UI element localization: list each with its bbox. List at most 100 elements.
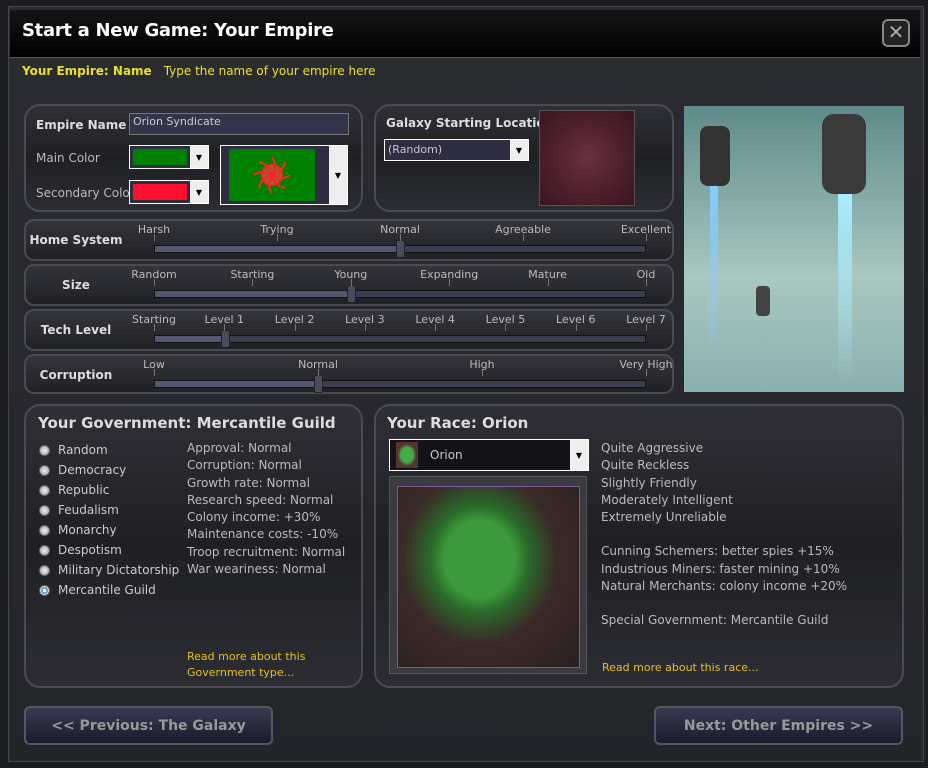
slider-stop-label: Very High xyxy=(619,358,673,371)
government-option[interactable]: Feudalism xyxy=(39,500,179,520)
race-ability: Natural Merchants: colony income +20% xyxy=(601,579,848,594)
slider-row-size: Size Random Starting Young Expanding Mature Ol… xyxy=(24,264,674,306)
slider-stop-label: Low xyxy=(143,358,165,371)
slider-stop-label: High xyxy=(469,358,495,371)
slider-track[interactable] xyxy=(154,375,646,393)
government-stat: Growth rate: Normal xyxy=(187,475,310,490)
government-read-more-link[interactable]: Read more about this Government type... xyxy=(187,649,357,681)
radio-icon[interactable] xyxy=(39,564,50,576)
government-option[interactable]: Monarchy xyxy=(39,520,179,540)
government-option-label: Democracy xyxy=(58,463,127,477)
empire-name-label: Empire Name xyxy=(36,118,127,132)
race-ability: Industrious Miners: faster mining +10% xyxy=(601,561,840,576)
government-option-label: Despotism xyxy=(58,543,122,557)
main-color-select[interactable]: ▼ xyxy=(129,145,209,169)
slider-thumb[interactable] xyxy=(221,330,230,348)
flag-select[interactable]: ▼ xyxy=(220,145,348,205)
galaxy-map-thumbnail[interactable] xyxy=(539,110,635,206)
radio-icon[interactable] xyxy=(39,584,50,596)
slider-stop-label: Excellent xyxy=(620,223,672,236)
slider-fill xyxy=(155,336,225,342)
race-portrait xyxy=(397,486,580,668)
main-color-label: Main Color xyxy=(36,151,100,165)
slider-stop-label: Level 3 xyxy=(345,313,385,326)
government-option-label: Military Dictatorship xyxy=(58,563,180,577)
slider-stop-label: Young xyxy=(334,268,368,281)
chevron-down-icon: ▼ xyxy=(329,146,347,204)
slider-label: Tech Level xyxy=(40,323,112,337)
race-ability: Cunning Schemers: better spies +15% xyxy=(601,544,834,559)
slider-stop-label: Starting xyxy=(132,313,176,326)
close-icon: ✕ xyxy=(887,20,905,44)
slider-stop-label: Agreeable xyxy=(495,223,551,236)
galaxy-location-label: Galaxy Starting Location xyxy=(386,116,554,130)
next-button[interactable]: Next: Other Empires >> xyxy=(654,706,903,745)
slider-row-tech-level: Tech Level Starting Level 1 Level 2 Level 3 L… xyxy=(24,309,674,351)
page-title: Start a New Game: Your Empire xyxy=(22,20,334,41)
slider-stop-label: Level 5 xyxy=(485,313,526,326)
chevron-down-icon: ▼ xyxy=(190,146,208,168)
slider-thumb[interactable] xyxy=(396,240,405,258)
government-option-label: Random xyxy=(58,443,108,457)
flag-emblem-icon xyxy=(229,149,315,201)
chevron-down-icon: ▼ xyxy=(510,140,528,160)
government-option[interactable]: Mercantile Guild xyxy=(39,580,179,600)
government-option[interactable]: Democracy xyxy=(39,460,179,480)
race-trait: Slightly Friendly xyxy=(601,475,697,490)
race-trait: Moderately Intelligent xyxy=(601,492,733,507)
race-trait: Extremely Unreliable xyxy=(601,510,727,525)
slider-fill xyxy=(155,291,351,297)
government-title: Your Government: Mercantile Guild xyxy=(38,414,336,432)
government-stat: Corruption: Normal xyxy=(187,458,302,473)
galaxy-location-select[interactable]: (Random) ▼ xyxy=(384,139,529,161)
slider-stop-label: Mature xyxy=(528,268,567,281)
race-select-value: Orion xyxy=(430,448,463,462)
government-option[interactable]: Military Dictatorship xyxy=(39,560,179,580)
race-read-more-link[interactable]: Read more about this race... xyxy=(602,661,759,674)
government-option-label: Mercantile Guild xyxy=(58,583,156,597)
government-option-label: Feudalism xyxy=(58,503,119,517)
race-avatar-icon xyxy=(396,442,418,468)
slider-stop-label: Starting xyxy=(230,268,275,281)
slider-stop-label: Expanding xyxy=(420,268,479,281)
government-stat: War weariness: Normal xyxy=(187,562,326,577)
slider-track[interactable] xyxy=(154,240,646,258)
slider-thumb[interactable] xyxy=(314,375,324,393)
slider-stop-label: Random xyxy=(131,268,177,281)
government-stat: Colony income: +30% xyxy=(187,510,321,525)
race-title: Your Race: Orion xyxy=(387,414,529,432)
government-option[interactable]: Despotism xyxy=(39,540,179,560)
close-button[interactable]: ✕ xyxy=(882,19,910,47)
radio-icon[interactable] xyxy=(39,504,50,516)
government-stat: Troop recruitment: Normal xyxy=(187,544,346,559)
slider-stop-label: Level 6 xyxy=(555,313,596,326)
race-select[interactable]: Orion ▼ xyxy=(389,439,589,471)
slider-track[interactable] xyxy=(154,285,646,303)
government-option[interactable]: Republic xyxy=(39,480,179,500)
radio-icon[interactable] xyxy=(39,524,50,536)
government-stats: Approval: Normal Corruption: Normal Growth… xyxy=(187,440,345,578)
slider-stop-label: Level 4 xyxy=(415,313,455,326)
radio-icon[interactable] xyxy=(39,484,50,496)
galaxy-location-value: (Random) xyxy=(388,143,443,156)
slider-stop-label: Normal xyxy=(298,358,338,371)
slider-stop-label: Level 2 xyxy=(274,313,315,326)
radio-icon[interactable] xyxy=(39,464,50,476)
government-option-label: Monarchy xyxy=(58,523,117,537)
slider-label: Corruption xyxy=(39,368,113,382)
secondary-color-select[interactable]: ▼ xyxy=(129,180,209,204)
hint-text: Type the name of your empire here xyxy=(163,64,376,78)
slider-stop-label: Trying xyxy=(260,223,294,236)
government-option[interactable]: Random xyxy=(39,440,179,460)
previous-button[interactable]: << Previous: The Galaxy xyxy=(24,706,273,745)
slider-track[interactable] xyxy=(154,330,646,348)
government-stat: Approval: Normal xyxy=(187,441,292,455)
slider-row-corruption: Corruption Low Normal High Very High xyxy=(24,354,674,394)
government-option-label: Republic xyxy=(58,483,110,497)
radio-icon[interactable] xyxy=(39,444,50,456)
main-color-swatch xyxy=(133,149,187,165)
secondary-color-label: Secondary Color xyxy=(36,186,135,200)
slider-thumb[interactable] xyxy=(347,285,356,303)
radio-icon[interactable] xyxy=(39,544,50,556)
empire-name-input[interactable]: Orion Syndicate xyxy=(129,113,349,135)
